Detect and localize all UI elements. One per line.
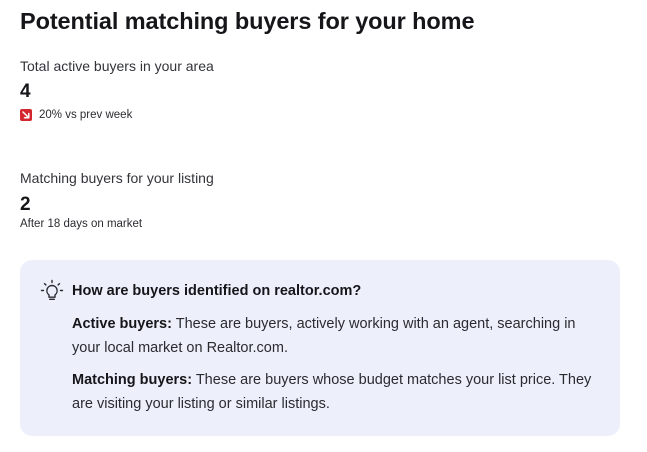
info-card-title: How are buyers identified on realtor.com… bbox=[72, 283, 362, 299]
trend-text: 20% vs prev week bbox=[39, 109, 133, 121]
arrow-down-right-icon bbox=[20, 109, 32, 121]
total-active-buyers-value: 4 bbox=[20, 81, 31, 102]
active-buyers-definition: Active buyers: These are buyers, activel… bbox=[72, 312, 592, 360]
active-buyers-term: Active buyers: bbox=[72, 316, 172, 332]
days-on-market-note: After 18 days on market bbox=[20, 218, 143, 230]
lightbulb-icon bbox=[39, 278, 65, 304]
matching-buyers-label: Matching buyers for your listing bbox=[20, 170, 214, 186]
info-card: How are buyers identified on realtor.com… bbox=[20, 260, 620, 436]
matching-buyers-value: 2 bbox=[20, 194, 31, 215]
matching-buyers-definition: Matching buyers: These are buyers whose … bbox=[72, 368, 592, 416]
matching-buyers-term: Matching buyers: bbox=[72, 372, 193, 388]
total-active-buyers-label: Total active buyers in your area bbox=[20, 58, 214, 74]
trend-row: 20% vs prev week bbox=[20, 109, 132, 121]
page-title: Potential matching buyers for your home bbox=[20, 8, 475, 34]
